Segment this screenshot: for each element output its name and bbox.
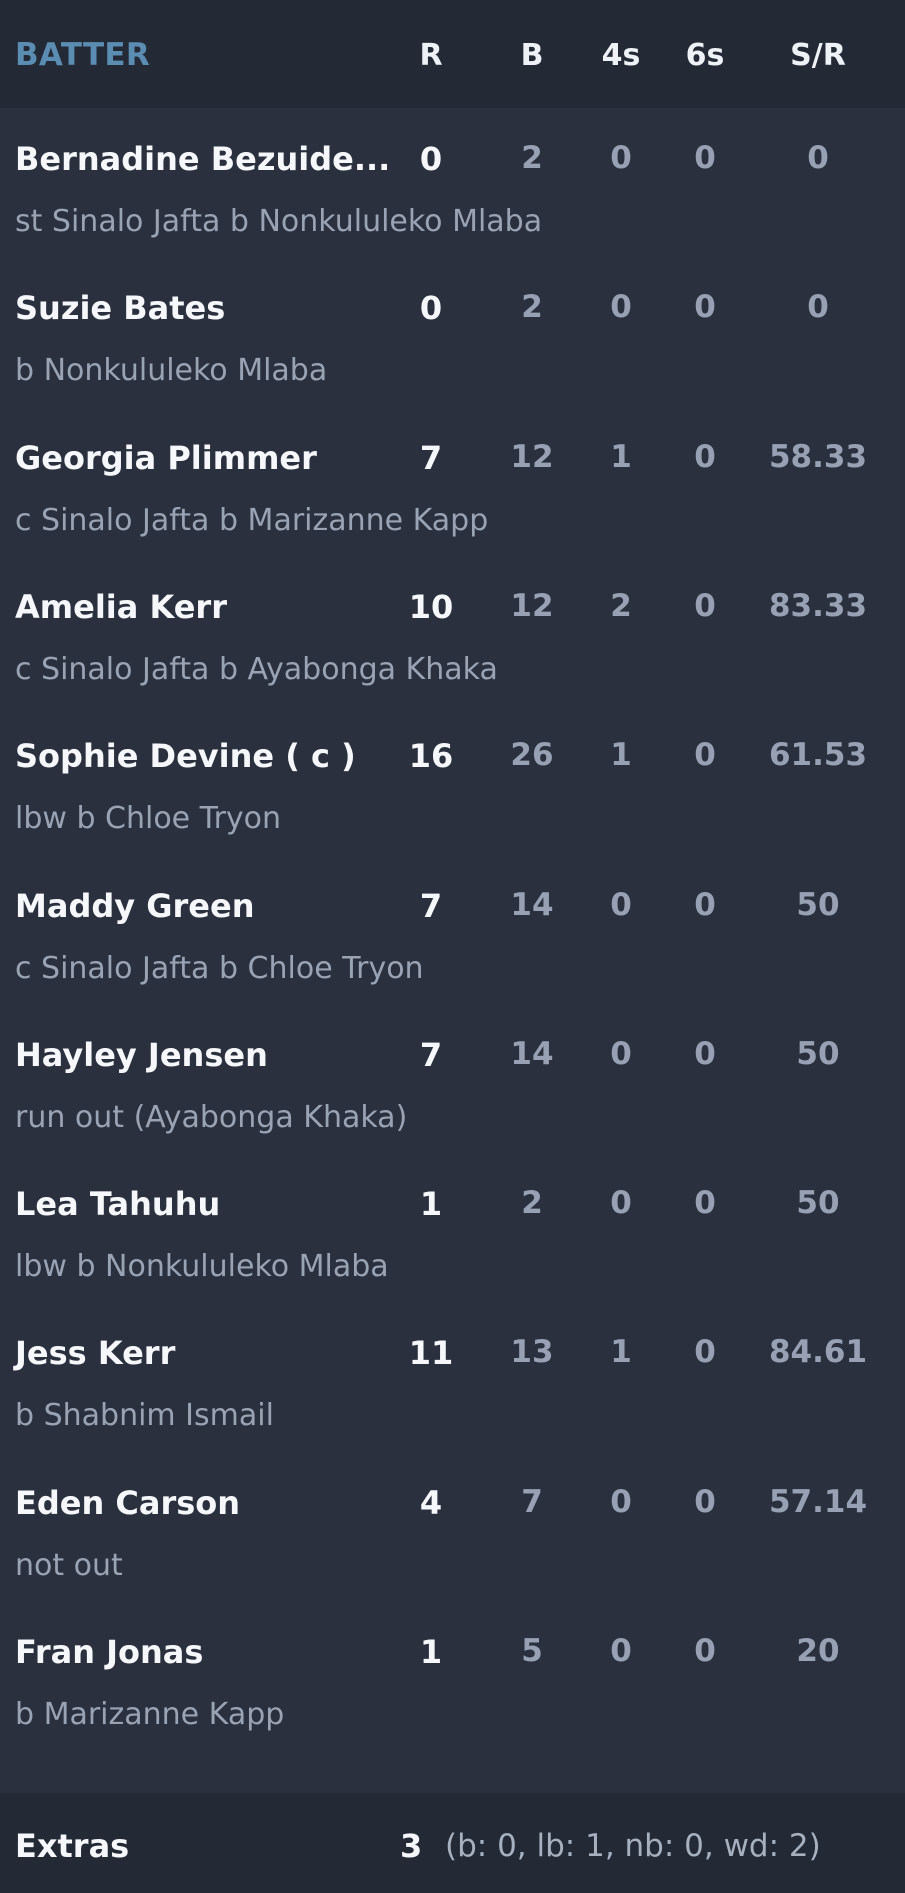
strike-rate-value: 0 (807, 140, 829, 176)
sixes-value: 0 (694, 587, 716, 624)
strike-rate-value: 0 (807, 289, 829, 326)
strike-rate-value: 50 (796, 1035, 840, 1072)
extras-label: Extras (15, 1827, 130, 1865)
balls-value: 12 (510, 438, 554, 475)
balls-value: 12 (510, 587, 554, 624)
batter-name: Maddy Green (15, 886, 255, 925)
runs-value: 1 (419, 1185, 443, 1224)
batter-name: Hayley Jensen (15, 1035, 268, 1074)
strike-rate-value: 50 (796, 1185, 840, 1222)
balls-value: 2 (521, 140, 543, 176)
batter-name: Eden Carson (15, 1483, 241, 1522)
runs-value: 7 (419, 886, 443, 925)
runs-column-header: R (419, 38, 443, 73)
strike-rate-value: 61.53 (768, 737, 868, 774)
dismissal-text: b Marizanne Kapp (15, 1697, 285, 1732)
runs-value: 11 (408, 1334, 454, 1373)
strike-rate-value: 84.61 (768, 1334, 868, 1371)
dismissal-text: c Sinalo Jafta b Ayabonga Khaka (15, 651, 498, 687)
strike-rate-value: 50 (796, 886, 840, 923)
extras-breakdown: (b: 0, lb: 1, nb: 0, wd: 2) (445, 1828, 821, 1864)
batter-column-header: BATTER (15, 37, 151, 73)
sixes-value: 0 (694, 1483, 716, 1520)
batter-row[interactable]: Jess Kerr b Shabnim Ismail 11 13 1 0 84.61 (0, 1302, 905, 1451)
balls-value: 2 (521, 289, 543, 326)
batter-row[interactable]: Sophie Devine ( c ) lbw b Chloe Tryon 16 26… (0, 705, 905, 854)
strike-rate-column-header: S/R (790, 38, 846, 73)
balls-value: 14 (510, 1035, 554, 1072)
batter-name: Suzie Bates (15, 289, 226, 328)
batter-name: Lea Tahuhu (15, 1185, 221, 1224)
dismissal-text: b Nonkululeko Mlaba (15, 353, 328, 389)
runs-value: 0 (419, 140, 443, 178)
scorecard-header: BATTER R B 4s 6s S/R (0, 0, 905, 108)
extras-row: Extras 3 (b: 0, lb: 1, nb: 0, wd: 2) (0, 1793, 905, 1893)
runs-value: 7 (419, 438, 443, 477)
strike-rate-value: 20 (796, 1633, 840, 1669)
runs-value: 10 (408, 587, 454, 626)
dismissal-text: run out (Ayabonga Khaka) (15, 1099, 408, 1135)
batter-row[interactable]: Bernadine Bezuide... st Sinalo Jafta b No… (0, 108, 905, 257)
balls-value: 2 (521, 1185, 543, 1222)
dismissal-text: b Shabnim Ismail (15, 1398, 274, 1434)
balls-value: 7 (521, 1483, 543, 1520)
extras-total: 3 (400, 1827, 423, 1865)
dismissal-text: lbw b Chloe Tryon (15, 801, 282, 837)
sixes-value: 0 (694, 1334, 716, 1371)
dismissal-text: lbw b Nonkululeko Mlaba (15, 1249, 389, 1285)
runs-value: 1 (419, 1633, 443, 1671)
batter-row[interactable]: Lea Tahuhu lbw b Nonkululeko Mlaba 1 2 0 0 50 (0, 1153, 905, 1302)
sixes-value: 0 (694, 886, 716, 923)
dismissal-text: c Sinalo Jafta b Chloe Tryon (15, 950, 424, 986)
balls-value: 26 (510, 737, 554, 774)
batter-row[interactable]: Amelia Kerr c Sinalo Jafta b Ayabonga Kha… (0, 556, 905, 705)
balls-column-header: B (520, 38, 544, 73)
batter-row[interactable]: Eden Carson not out 4 7 0 0 57.14 (0, 1452, 905, 1601)
batter-name: Fran Jonas (15, 1633, 204, 1671)
sixes-value: 0 (694, 1035, 716, 1072)
batter-name: Sophie Devine ( c ) (15, 737, 356, 776)
batter-name: Georgia Plimmer (15, 438, 317, 477)
sixes-value: 0 (694, 289, 716, 326)
batter-name: Bernadine Bezuide... (15, 140, 391, 178)
dismissal-text: c Sinalo Jafta b Marizanne Kapp (15, 502, 489, 538)
batter-row[interactable]: Maddy Green c Sinalo Jafta b Chloe Tryon 7… (0, 855, 905, 1004)
dismissal-text: st Sinalo Jafta b Nonkululeko Mlaba (15, 204, 543, 239)
strike-rate-value: 57.14 (768, 1483, 868, 1520)
batter-row[interactable]: Suzie Bates b Nonkululeko Mlaba 0 2 0 0 0 (0, 257, 905, 406)
dismissal-text: not out (15, 1547, 123, 1583)
runs-value: 7 (419, 1035, 443, 1074)
batter-row[interactable]: Fran Jonas b Marizanne Kapp 1 5 0 0 20 (0, 1601, 905, 1750)
balls-value: 14 (510, 886, 554, 923)
runs-value: 16 (408, 737, 454, 776)
sixes-value: 0 (694, 438, 716, 475)
batter-name: Amelia Kerr (15, 587, 227, 626)
sixes-value: 0 (694, 1185, 716, 1222)
runs-value: 0 (419, 289, 443, 328)
runs-value: 4 (419, 1483, 443, 1522)
strike-rate-value: 83.33 (768, 587, 868, 624)
sixes-value: 0 (694, 140, 716, 176)
balls-value: 5 (521, 1633, 543, 1669)
strike-rate-value: 58.33 (768, 438, 868, 475)
sixes-value: 0 (694, 737, 716, 774)
sixes-column-header: 6s (685, 38, 725, 73)
sixes-value: 0 (694, 1633, 716, 1669)
batter-name: Jess Kerr (15, 1334, 176, 1373)
batter-row[interactable]: Hayley Jensen run out (Ayabonga Khaka) 7 14… (0, 1004, 905, 1153)
batter-row[interactable]: Georgia Plimmer c Sinalo Jafta b Marizann… (0, 407, 905, 556)
balls-value: 13 (510, 1334, 554, 1371)
